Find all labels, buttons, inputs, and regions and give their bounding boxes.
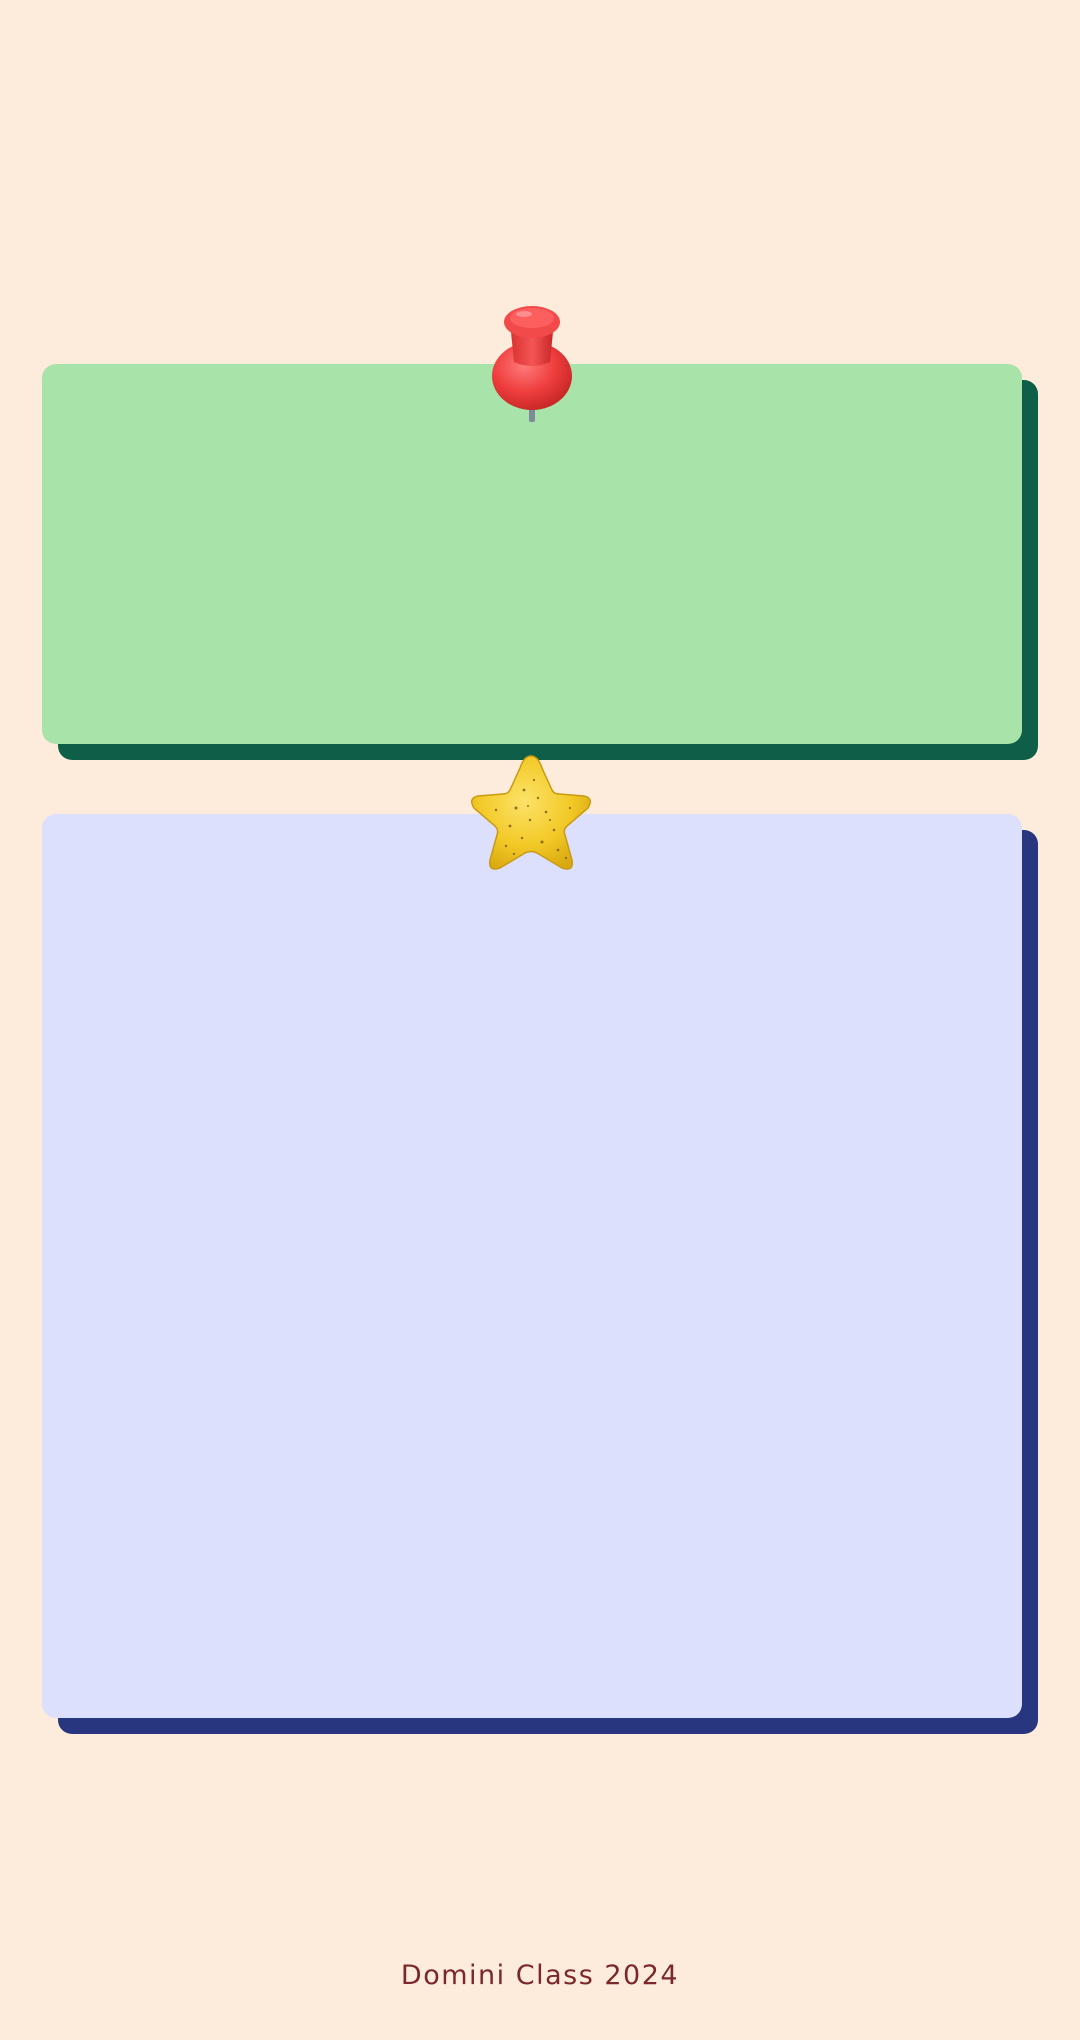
bottom-note-card (42, 814, 1022, 1718)
push-pin-icon (492, 306, 572, 422)
star-icon (471, 755, 591, 870)
footer-text: Domini Class 2024 (400, 1960, 680, 1991)
